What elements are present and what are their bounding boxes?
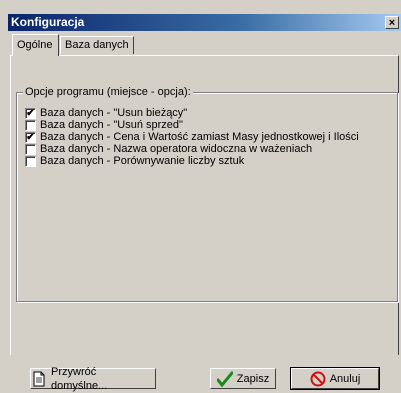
option-cena-wartosc[interactable]: ✔ Baza danych - Cena i Wartość zamiast M…	[25, 131, 359, 143]
groupbox-legend: Opcje programu (miejsce - opcja):	[23, 85, 193, 99]
tab-baza-danych[interactable]: Baza danych	[60, 36, 134, 54]
checkbox[interactable]	[25, 119, 36, 131]
document-icon	[31, 371, 47, 387]
option-label: Baza danych - Porównywanie liczby sztuk	[40, 155, 245, 167]
cancel-label: Anuluj	[329, 372, 361, 385]
restore-defaults-button[interactable]: Przywróć domyślne...	[30, 366, 156, 392]
checkbox[interactable]: ✔	[25, 131, 36, 143]
option-label: Baza danych - "Usuń sprzed"	[40, 119, 183, 131]
options-list: ✔ Baza danych - "Usun bieżący" Baza dany…	[25, 107, 359, 167]
restore-defaults-label: Przywróć domyślne...	[51, 365, 108, 392]
option-nazwa-operatora[interactable]: Baza danych - Nazwa operatora widoczna w…	[25, 143, 359, 155]
cancel-button[interactable]: Anuluj	[290, 367, 380, 390]
option-label: Baza danych - "Usun bieżący"	[40, 107, 188, 119]
tab-ogolne[interactable]: Ogólne	[12, 34, 59, 56]
option-usun-biezacy[interactable]: ✔ Baza danych - "Usun bieżący"	[25, 107, 359, 119]
save-button[interactable]: Zapisz	[210, 368, 276, 389]
option-label: Baza danych - Cena i Wartość zamiast Mas…	[40, 131, 359, 143]
checkbox[interactable]	[25, 143, 36, 155]
title-bar: Konfiguracja ×	[8, 14, 401, 31]
no-entry-icon	[310, 371, 326, 387]
checkbox[interactable]	[25, 155, 36, 167]
option-label: Baza danych - Nazwa operatora widoczna w…	[40, 143, 313, 155]
close-button[interactable]: ×	[385, 16, 399, 29]
option-porownywanie-sztuk[interactable]: Baza danych - Porównywanie liczby sztuk	[25, 155, 359, 167]
checkbox[interactable]: ✔	[25, 107, 36, 119]
option-usun-sprzed[interactable]: Baza danych - "Usuń sprzed"	[25, 119, 359, 131]
options-groupbox: Opcje programu (miejsce - opcja): ✔ Baza…	[16, 85, 398, 302]
window-title: Konfiguracja	[11, 15, 85, 29]
save-label: Zapisz	[236, 372, 270, 385]
checkmark-icon	[216, 371, 234, 387]
